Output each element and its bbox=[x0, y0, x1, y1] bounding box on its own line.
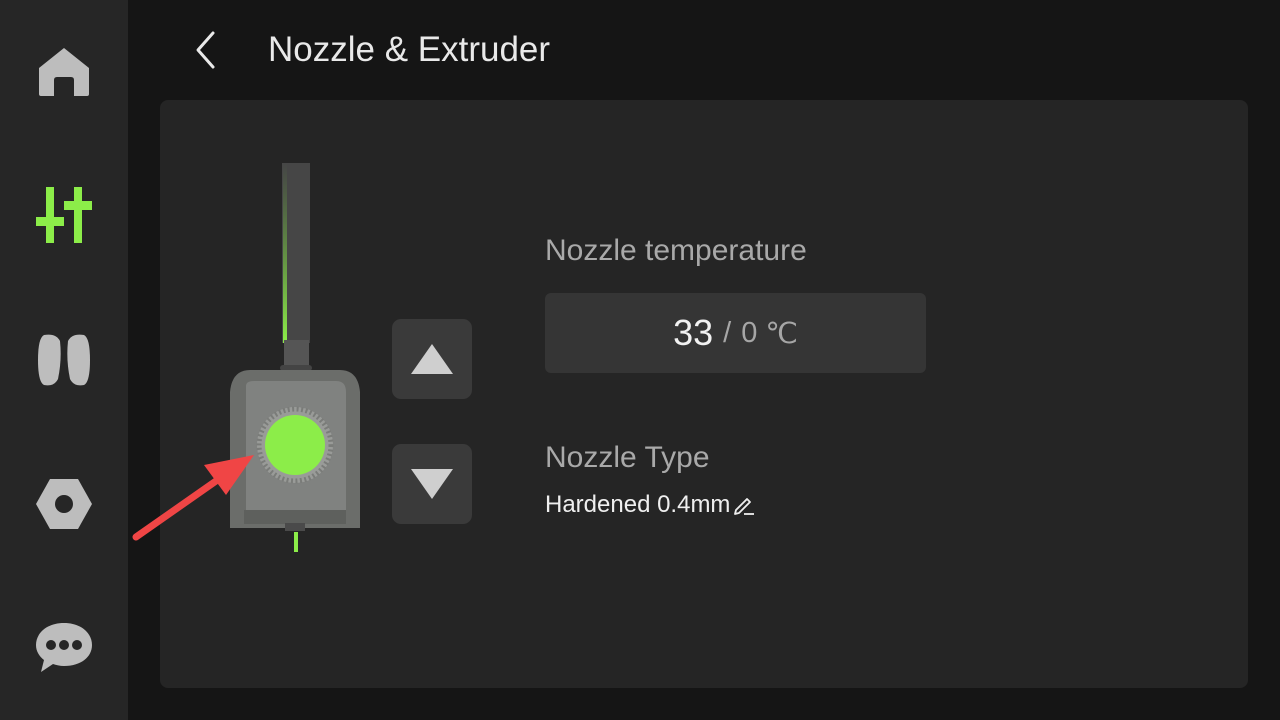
header: Nozzle & Extruder bbox=[128, 0, 1280, 100]
extruder-panel: Nozzle temperature 33 / 0 ℃ Nozzle Type … bbox=[132, 100, 1248, 688]
triangle-up-icon bbox=[411, 344, 453, 374]
back-button[interactable] bbox=[180, 24, 232, 76]
sliders-icon bbox=[36, 187, 92, 243]
triangle-down-icon bbox=[411, 469, 453, 499]
sidebar-item-home[interactable] bbox=[22, 30, 106, 114]
nozzle-temperature-target: 0 bbox=[741, 316, 758, 349]
nozzle-temperature-field[interactable]: 33 / 0 ℃ bbox=[545, 293, 926, 373]
chat-bubble-icon bbox=[36, 623, 92, 672]
nozzle-temperature-current: 33 bbox=[673, 312, 714, 353]
sidebar-item-messages[interactable] bbox=[22, 606, 106, 690]
nozzle-type-value: Hardened 0.4mm bbox=[545, 491, 731, 518]
nozzle-temperature-unit: ℃ bbox=[765, 317, 798, 350]
sidebar-item-filament[interactable] bbox=[22, 318, 106, 402]
sidebar-item-controls[interactable] bbox=[22, 173, 106, 257]
nozzle-type-edit[interactable]: Hardened 0.4mm bbox=[545, 489, 756, 521]
sidebar bbox=[0, 0, 128, 720]
chevron-left-icon bbox=[196, 31, 215, 69]
nozzle-temperature-label: Nozzle temperature bbox=[545, 234, 807, 267]
filament-spool-icon bbox=[38, 334, 90, 386]
nozzle-temperature-separator: / bbox=[723, 316, 732, 349]
home-icon bbox=[39, 48, 89, 96]
hex-nut-icon bbox=[36, 479, 92, 529]
nozzle-extruder-screen: Nozzle & Extruder Nozzle temperature 33 … bbox=[0, 0, 1280, 720]
annotation-arrow bbox=[132, 455, 254, 541]
pencil-icon bbox=[732, 493, 756, 517]
extrude-up-button[interactable] bbox=[392, 319, 472, 399]
sidebar-item-settings[interactable] bbox=[22, 462, 106, 546]
extrude-down-button[interactable] bbox=[392, 444, 472, 524]
page-title: Nozzle & Extruder bbox=[268, 30, 551, 69]
nozzle-type-label: Nozzle Type bbox=[545, 441, 710, 474]
